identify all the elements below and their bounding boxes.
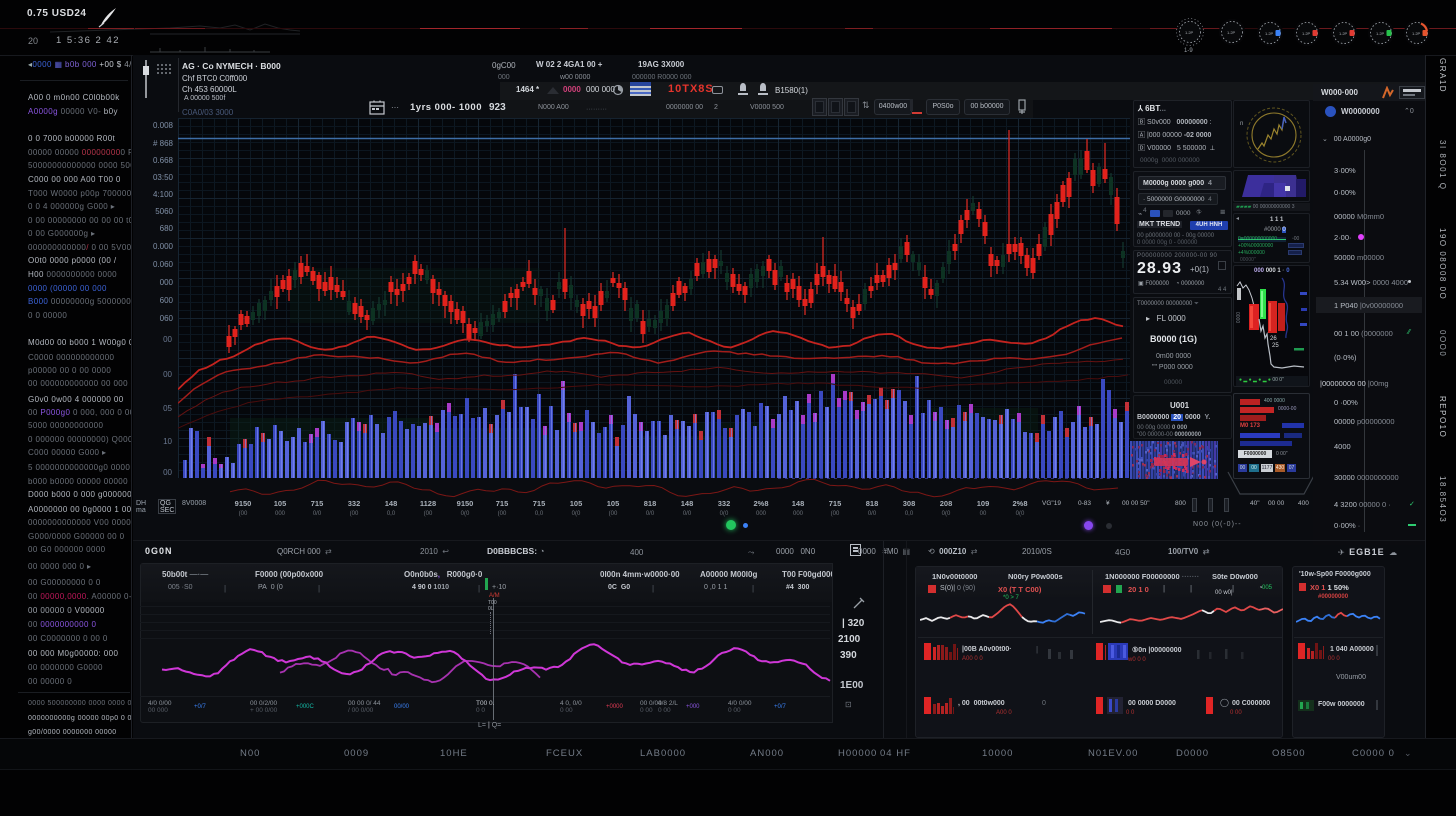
svg-text:1.2P: 1.2P [1302, 31, 1311, 36]
svg-text:1.2P: 1.2P [1376, 31, 1385, 36]
svg-text:1.2P: 1.2P [1265, 31, 1274, 36]
svg-text:1.2P: 1.2P [1339, 31, 1348, 36]
svg-text:1.2P: 1.2P [1227, 30, 1236, 35]
svg-text:26: 26 [1270, 336, 1277, 342]
svg-text:1.2P: 1.2P [1412, 31, 1421, 36]
svg-text:n: n [1240, 121, 1243, 127]
svg-text:0000: 0000 [1234, 312, 1240, 323]
svg-text:25: 25 [1272, 343, 1279, 349]
svg-text:1.2P: 1.2P [1185, 30, 1194, 35]
